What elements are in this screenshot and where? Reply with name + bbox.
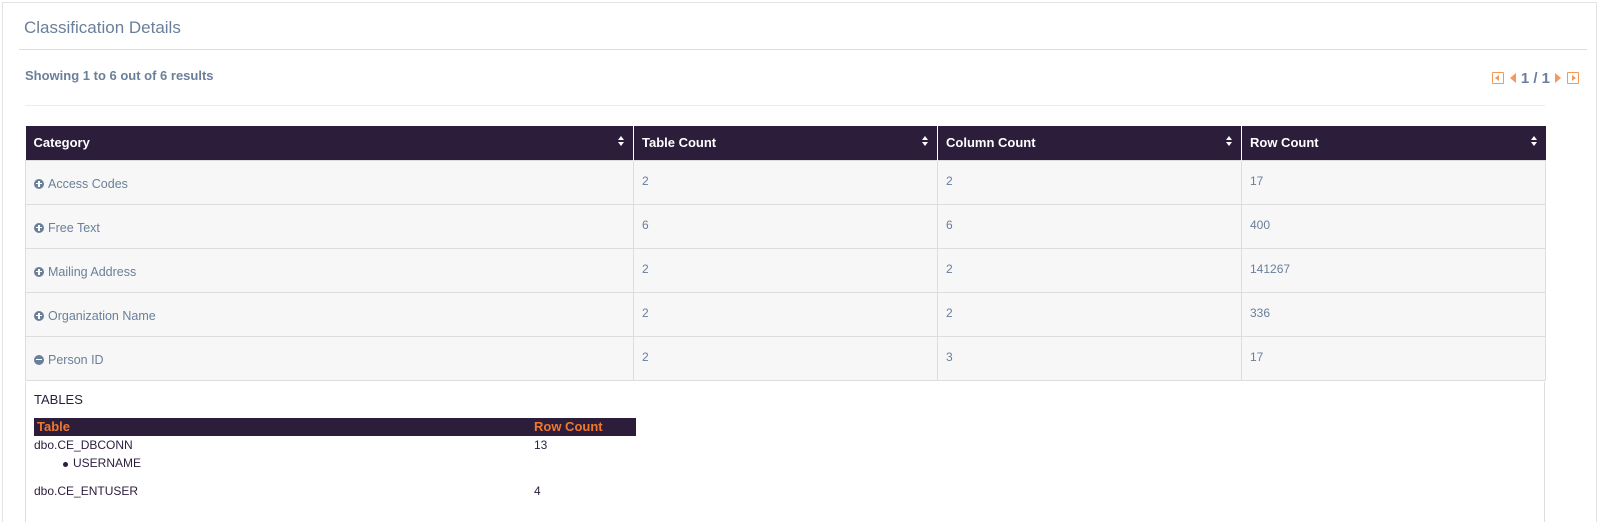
table-count-cell: 6 <box>633 203 938 249</box>
category-cell: Organization Name <box>25 291 634 337</box>
last-page-icon[interactable] <box>1567 72 1579 84</box>
column-count-cell: 6 <box>937 203 1242 249</box>
table-count-cell: 2 <box>633 291 938 337</box>
sort-icon[interactable] <box>618 136 625 147</box>
detail-table-name: dbo.CE_DBCONN <box>34 438 133 452</box>
detail-header-table: Table <box>37 419 70 434</box>
column-header-row-count[interactable]: Row Count <box>1241 126 1546 160</box>
sort-icon[interactable] <box>922 136 929 147</box>
table-count-cell: 2 <box>633 247 938 293</box>
table-row: Organization Name 2 2 336 <box>25 291 1546 337</box>
detail-subtable: Table Row Count dbo.CE_DBCONN 13 USERNAM… <box>34 418 636 501</box>
title-divider <box>19 49 1587 50</box>
expand-plus-icon[interactable] <box>34 310 44 321</box>
panel-title: Classification Details <box>24 18 181 37</box>
row-count-cell: 336 <box>1241 291 1546 337</box>
table-row: Person ID 2 3 17 <box>25 335 1546 381</box>
column-count-cell: 2 <box>937 247 1242 293</box>
expand-plus-icon[interactable] <box>34 266 44 277</box>
detail-column-name: USERNAME <box>73 456 142 470</box>
category-cell: Mailing Address <box>25 247 634 293</box>
next-page-icon[interactable] <box>1555 73 1561 83</box>
detail-table-name: dbo.CE_ENTUSER <box>34 484 139 498</box>
category-cell: Person ID <box>25 335 634 381</box>
bullet-icon <box>63 462 68 467</box>
expand-plus-icon[interactable] <box>34 222 44 233</box>
row-count-cell: 141267 <box>1241 247 1546 293</box>
detail-row-count: 4 <box>534 484 541 498</box>
row-count-cell: 400 <box>1241 203 1546 249</box>
first-page-icon[interactable] <box>1491 72 1504 84</box>
category-label[interactable]: Free Text <box>48 221 100 235</box>
row-count-cell: 17 <box>1241 159 1546 205</box>
detail-table-row: dbo.CE_ENTUSER 4 <box>34 482 636 501</box>
detail-table-row: dbo.CE_DBCONN 13 <box>34 436 636 455</box>
category-cell: Free Text <box>25 203 634 249</box>
summary-divider <box>25 105 1545 106</box>
column-header-label: Column Count <box>946 135 1036 151</box>
column-header-label: Table Count <box>642 135 717 151</box>
column-count-cell: 3 <box>937 335 1242 381</box>
collapse-minus-icon[interactable] <box>34 354 44 365</box>
detail-header-row-count: Row Count <box>534 419 603 434</box>
row-count-cell: 17 <box>1241 335 1546 381</box>
expand-plus-icon[interactable] <box>34 178 44 189</box>
detail-row-count: 13 <box>534 438 548 452</box>
table-row: Access Codes 2 2 17 <box>25 159 1546 205</box>
results-summary: Showing 1 to 6 out of 6 results <box>25 68 214 83</box>
column-header-column-count[interactable]: Column Count <box>937 126 1242 160</box>
table-row: Mailing Address 2 2 141267 <box>25 247 1546 293</box>
page-indicator: 1 / 1 <box>1520 69 1550 87</box>
column-header-table-count[interactable]: Table Count <box>633 126 938 160</box>
detail-title: TABLES <box>34 392 83 407</box>
expanded-detail-panel: TABLES Table Row Count dbo.CE_DBCONN 13 … <box>25 382 1545 522</box>
category-label[interactable]: Organization Name <box>48 309 156 323</box>
table-row: Free Text 6 6 400 <box>25 203 1546 249</box>
category-cell: Access Codes <box>25 159 634 205</box>
prev-page-icon[interactable] <box>1509 73 1516 83</box>
table-count-cell: 2 <box>633 159 938 205</box>
pagination: 1 / 1 <box>1491 69 1579 87</box>
column-count-cell: 2 <box>937 159 1242 205</box>
detail-column-item: USERNAME <box>34 455 636 482</box>
category-label[interactable]: Access Codes <box>48 177 128 191</box>
category-label[interactable]: Mailing Address <box>48 265 136 279</box>
column-header-label: Row Count <box>1250 135 1319 151</box>
column-count-cell: 2 <box>937 291 1242 337</box>
sort-icon[interactable] <box>1530 136 1538 147</box>
table-header-row: Category Table Count Column Count Row Co… <box>25 126 1546 160</box>
table-count-cell: 2 <box>633 335 938 381</box>
column-header-category[interactable]: Category <box>25 126 634 160</box>
category-label[interactable]: Person ID <box>48 353 104 367</box>
column-header-label: Category <box>33 135 90 151</box>
classification-table: Category Table Count Column Count Row Co… <box>25 126 1546 381</box>
detail-subtable-header: Table Row Count <box>34 418 636 436</box>
sort-icon[interactable] <box>1226 136 1233 147</box>
